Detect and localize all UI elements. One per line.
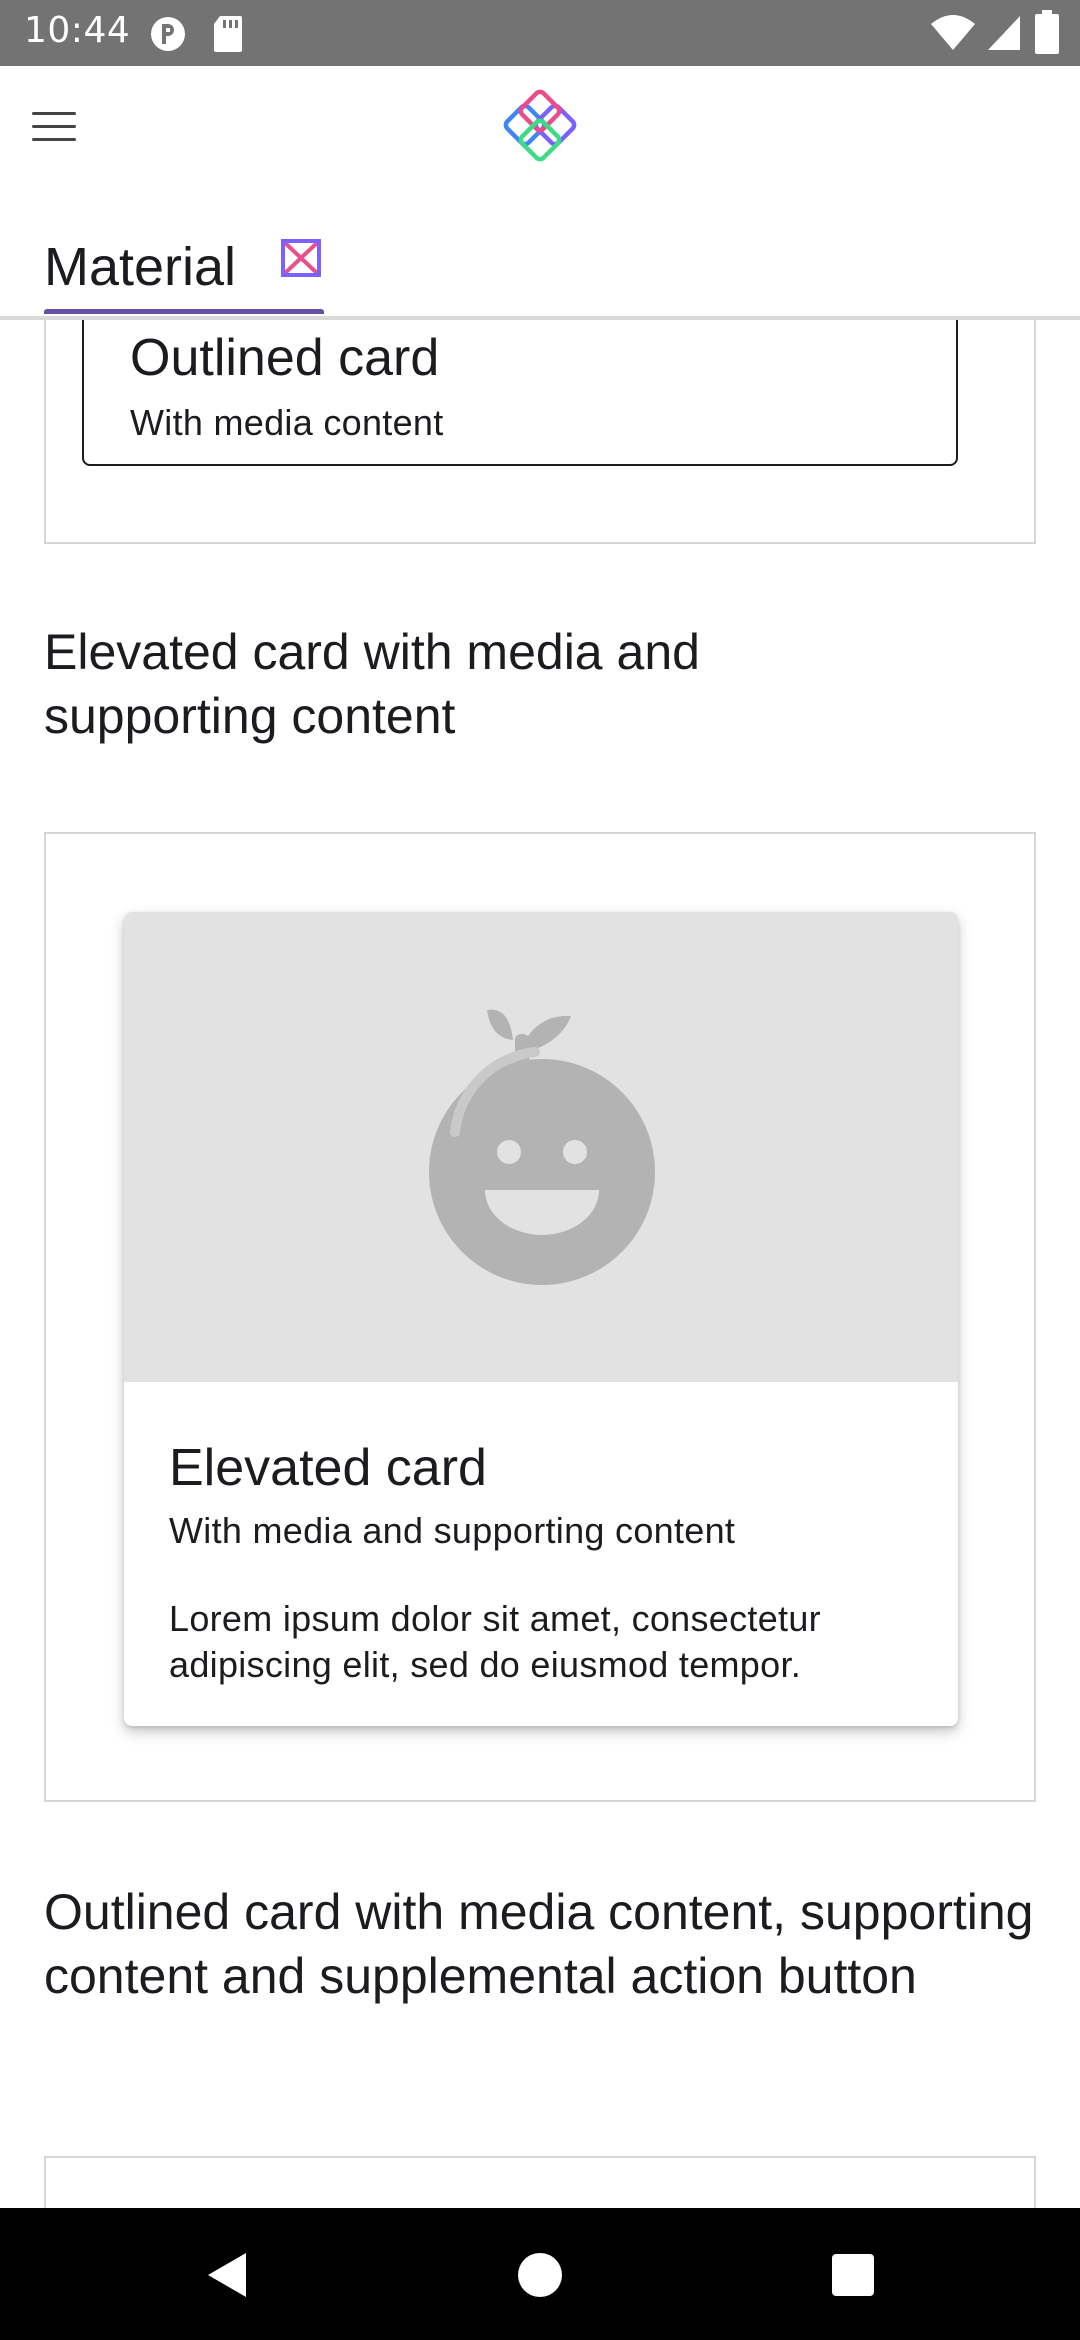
card-supporting-text: Lorem ipsum dolor sit amet, consectetur … xyxy=(169,1598,821,1685)
demo-frame-outlined-action xyxy=(44,2156,1036,2208)
tab-indicator xyxy=(44,309,324,314)
hamburger-menu-icon[interactable] xyxy=(24,96,84,156)
home-icon[interactable] xyxy=(513,2248,567,2302)
status-time: 10:44 xyxy=(24,10,131,51)
system-nav-bar xyxy=(0,2208,1080,2340)
content-scroll[interactable]: Outlined card With media content Elevate… xyxy=(0,320,1080,2208)
data-saver-icon xyxy=(151,17,185,51)
battery-icon xyxy=(1035,10,1059,54)
signal-icon xyxy=(988,16,1020,50)
tab-material-label: Material xyxy=(44,237,237,297)
back-icon[interactable] xyxy=(200,2248,254,2302)
card-media xyxy=(124,912,958,1382)
sd-card-icon xyxy=(214,16,242,52)
card-title: Outlined card xyxy=(130,329,440,387)
card-title: Elevated card xyxy=(169,1439,487,1497)
section-heading: Elevated card with media and supporting … xyxy=(44,624,700,744)
elevated-card[interactable]: Elevated card With media and supporting … xyxy=(124,912,958,1726)
compose-catalog-logo xyxy=(503,89,577,162)
status-bar: 10:44 xyxy=(0,0,1080,66)
outlined-card[interactable]: Outlined card With media content xyxy=(82,320,958,466)
material-logo-icon xyxy=(281,239,321,277)
fruit-placeholder-icon xyxy=(429,1009,655,1285)
wifi-icon xyxy=(931,15,975,50)
card-subtitle: With media and supporting content xyxy=(169,1510,736,1551)
recents-icon[interactable] xyxy=(826,2248,880,2302)
section-heading: Outlined card with media content, suppor… xyxy=(44,1884,1034,2004)
card-subtitle: With media content xyxy=(130,402,444,443)
tab-material[interactable]: Material xyxy=(44,226,324,316)
